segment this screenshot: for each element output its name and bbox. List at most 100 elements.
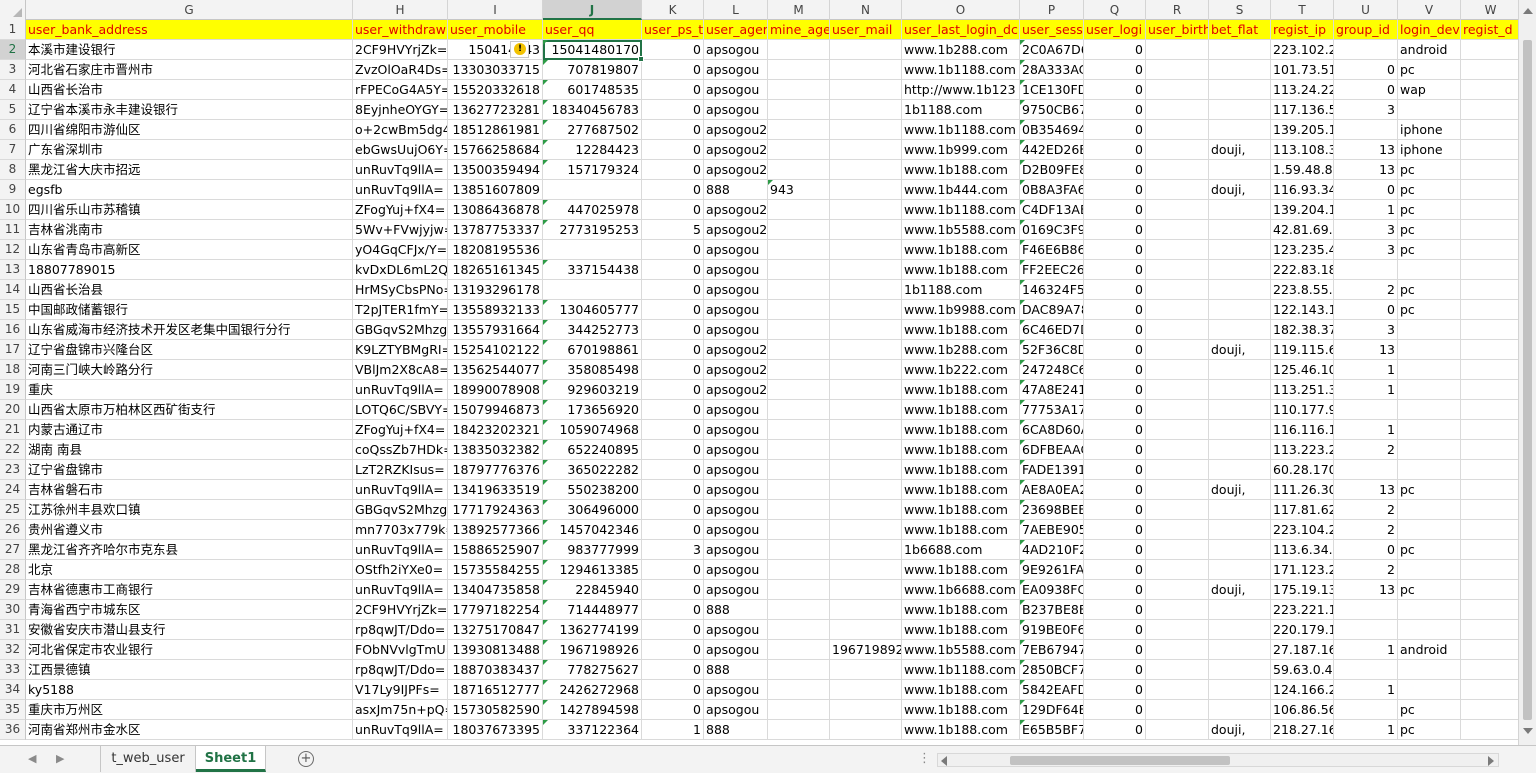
more-options-icon[interactable]: ⋮	[918, 751, 931, 766]
cell-t[interactable]: 223.221.161.149	[1271, 600, 1334, 620]
cell-m[interactable]	[768, 140, 830, 160]
cell-v[interactable]: pc	[1398, 580, 1461, 600]
cell-j[interactable]: 550238200	[543, 480, 642, 500]
cell-v[interactable]: pc	[1398, 540, 1461, 560]
cell-v[interactable]: iphone	[1398, 140, 1461, 160]
row-header[interactable]: 36	[0, 720, 26, 740]
cell-n[interactable]	[830, 360, 902, 380]
cell-g[interactable]: 河北省石家庄市晋州市	[26, 60, 353, 80]
cell-k[interactable]: 0	[642, 160, 704, 180]
cell-u[interactable]: 2	[1334, 280, 1398, 300]
cell-l[interactable]: apsogou2	[704, 340, 768, 360]
cell-l[interactable]: apsogou	[704, 680, 768, 700]
cell-s[interactable]: douji,	[1209, 580, 1271, 600]
cell-s[interactable]	[1209, 500, 1271, 520]
cell-v[interactable]	[1398, 560, 1461, 580]
cell-o[interactable]: www.1b188.com	[902, 700, 1020, 720]
row-header[interactable]: 13	[0, 260, 26, 280]
header-cell-h[interactable]: user_withdraw	[353, 20, 448, 40]
row-header[interactable]: 12	[0, 240, 26, 260]
cell-k[interactable]: 0	[642, 580, 704, 600]
column-header-v[interactable]: V	[1398, 0, 1461, 20]
cell-w[interactable]	[1461, 360, 1518, 380]
cell-p[interactable]: B237BE8B	[1020, 600, 1084, 620]
cell-r[interactable]	[1146, 160, 1209, 180]
cell-m[interactable]	[768, 520, 830, 540]
cell-g[interactable]: 吉林省德惠市工商银行	[26, 580, 353, 600]
cell-v[interactable]: pc	[1398, 700, 1461, 720]
cell-j[interactable]: 707819807	[543, 60, 642, 80]
cell-s[interactable]	[1209, 560, 1271, 580]
cell-l[interactable]: apsogou	[704, 80, 768, 100]
cell-q[interactable]: 0	[1084, 500, 1146, 520]
cell-n[interactable]	[830, 600, 902, 620]
cell-i[interactable]: 13303033715	[448, 60, 543, 80]
cell-g[interactable]: 黑龙江省大庆市招远	[26, 160, 353, 180]
cell-t[interactable]: 116.93.34.	[1271, 180, 1334, 200]
header-cell-k[interactable]: user_ps_t	[642, 20, 704, 40]
cell-g[interactable]: 黑龙江省齐齐哈尔市克东县	[26, 540, 353, 560]
cell-w[interactable]	[1461, 220, 1518, 240]
cell-m[interactable]	[768, 580, 830, 600]
cell-v[interactable]	[1398, 520, 1461, 540]
cell-j[interactable]: 337122364	[543, 720, 642, 740]
cell-i[interactable]: 13627723281	[448, 100, 543, 120]
row-header[interactable]: 24	[0, 480, 26, 500]
cell-v[interactable]	[1398, 360, 1461, 380]
cell-m[interactable]	[768, 440, 830, 460]
row-header[interactable]: 28	[0, 560, 26, 580]
cell-o[interactable]: www.1b1188.com	[902, 660, 1020, 680]
cell-w[interactable]	[1461, 120, 1518, 140]
cell-p[interactable]: 129DF64E	[1020, 700, 1084, 720]
cell-q[interactable]: 0	[1084, 720, 1146, 740]
cell-p[interactable]: C4DF13AE	[1020, 200, 1084, 220]
cell-r[interactable]	[1146, 240, 1209, 260]
cell-v[interactable]	[1398, 420, 1461, 440]
cell-t[interactable]: 117.81.62.	[1271, 500, 1334, 520]
cell-l[interactable]: apsogou	[704, 60, 768, 80]
cell-t[interactable]: 223.104.2-	[1271, 520, 1334, 540]
cell-m[interactable]	[768, 40, 830, 60]
cell-v[interactable]	[1398, 460, 1461, 480]
cell-n[interactable]	[830, 500, 902, 520]
cell-v[interactable]	[1398, 100, 1461, 120]
cell-s[interactable]	[1209, 600, 1271, 620]
horizontal-scrollbar[interactable]	[937, 753, 1499, 767]
cell-k[interactable]: 0	[642, 500, 704, 520]
cell-t[interactable]: 113.24.22(	[1271, 80, 1334, 100]
cell-o[interactable]: www.1b188.com	[902, 160, 1020, 180]
cell-i[interactable]: 18512861981	[448, 120, 543, 140]
cell-l[interactable]: apsogou	[704, 400, 768, 420]
cell-o[interactable]: www.1b288.com	[902, 40, 1020, 60]
cell-w[interactable]	[1461, 680, 1518, 700]
cell-u[interactable]: 0	[1334, 540, 1398, 560]
cell-n[interactable]	[830, 180, 902, 200]
cell-m[interactable]	[768, 60, 830, 80]
cell-g[interactable]: 山东省威海市经济技术开发区老集中国银行分行	[26, 320, 353, 340]
cell-k[interactable]: 0	[642, 180, 704, 200]
cell-j[interactable]	[543, 280, 642, 300]
cell-l[interactable]: apsogou	[704, 440, 768, 460]
cell-k[interactable]: 0	[642, 360, 704, 380]
cell-g[interactable]: 吉林省洮南市	[26, 220, 353, 240]
cell-v[interactable]: pc	[1398, 180, 1461, 200]
cell-q[interactable]: 0	[1084, 200, 1146, 220]
fill-handle[interactable]	[638, 56, 644, 62]
cell-j[interactable]: 365022282	[543, 460, 642, 480]
cell-r[interactable]	[1146, 600, 1209, 620]
row-header[interactable]: 29	[0, 580, 26, 600]
cell-t[interactable]: 117.136.5.	[1271, 100, 1334, 120]
cell-i[interactable]: 13557931664	[448, 320, 543, 340]
cell-t[interactable]: 113.223.2:	[1271, 440, 1334, 460]
cell-m[interactable]: 943	[768, 180, 830, 200]
cell-p[interactable]: FF2EEC26	[1020, 260, 1084, 280]
cell-j[interactable]: 18340456783	[543, 100, 642, 120]
row-header[interactable]: 27	[0, 540, 26, 560]
cell-m[interactable]	[768, 120, 830, 140]
cell-k[interactable]: 0	[642, 480, 704, 500]
cell-n[interactable]	[830, 300, 902, 320]
cell-r[interactable]	[1146, 140, 1209, 160]
scroll-left-icon[interactable]	[941, 756, 947, 766]
cell-p[interactable]: 2850BCF7	[1020, 660, 1084, 680]
cell-k[interactable]: 0	[642, 320, 704, 340]
